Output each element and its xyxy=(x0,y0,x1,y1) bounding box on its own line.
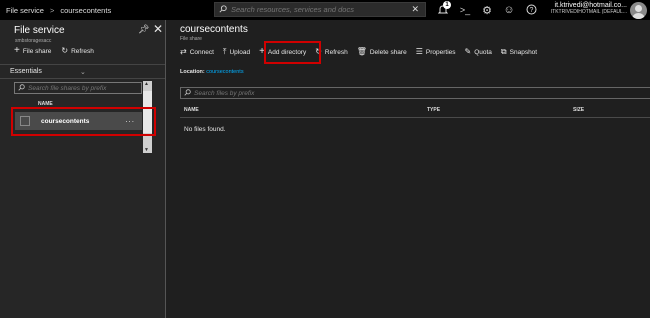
column-header-type[interactable]: TYPE xyxy=(427,107,440,113)
avatar[interactable] xyxy=(630,2,647,19)
breadcrumb: File service > coursecontents xyxy=(0,0,111,20)
upload-button[interactable]: ⤒ Upload xyxy=(223,48,250,56)
help-button[interactable]: ? xyxy=(520,0,542,20)
add-file-share-label: File share xyxy=(22,47,52,55)
list-icon: ☰ xyxy=(415,47,423,56)
add-directory-button[interactable]: + Add directory xyxy=(259,46,307,57)
smiley-icon: ☺ xyxy=(503,4,515,16)
global-search-box[interactable]: ✕ xyxy=(214,2,426,17)
global-search-input[interactable] xyxy=(227,5,411,14)
top-bar: File service > coursecontents ✕ 1 >_ ⚙ ☺… xyxy=(0,0,650,20)
snapshot-label: Snapshot xyxy=(509,48,538,56)
account-email: it.ktrivedi@hotmail.co... xyxy=(554,2,627,9)
upload-icon: ⤒ xyxy=(222,47,227,56)
account-menu[interactable]: it.ktrivedi@hotmail.co... ITKTRIVEDIHOTM… xyxy=(545,2,627,15)
breadcrumb-file-service[interactable]: File service xyxy=(6,6,44,15)
blade-subtitle: smbstoragesacc xyxy=(15,38,52,44)
blade-title: coursecontents xyxy=(180,24,248,35)
breadcrumb-coursecontents[interactable]: coursecontents xyxy=(60,6,111,15)
add-file-share-button[interactable]: + File share xyxy=(14,45,52,56)
column-header-name[interactable]: NAME xyxy=(184,107,199,113)
connect-label: Connect xyxy=(189,48,214,56)
quota-button[interactable]: ✎ Quota xyxy=(465,48,492,56)
file-search-box[interactable] xyxy=(180,87,650,99)
file-share-blade: coursecontents File share ⇄ Connect ⤒ Up… xyxy=(167,20,650,318)
file-share-name: coursecontents xyxy=(41,117,90,125)
location-label: Location: xyxy=(180,69,205,75)
plus-icon: + xyxy=(14,45,20,56)
trash-icon: 🗑︎ xyxy=(356,47,367,56)
search-icon xyxy=(184,88,191,98)
empty-message: No files found. xyxy=(184,126,226,133)
refresh-label: Refresh xyxy=(324,48,348,56)
quota-label: Quota xyxy=(474,48,492,56)
refresh-icon: ↻ xyxy=(61,46,69,55)
properties-button[interactable]: ☰ Properties xyxy=(416,48,456,56)
more-options-icon[interactable]: ... xyxy=(125,115,135,124)
feedback-button[interactable]: ☺ xyxy=(498,0,520,20)
chevron-down-icon: ⌄ xyxy=(80,68,86,76)
close-blade-icon[interactable]: ✕ xyxy=(153,22,163,36)
delete-share-label: Delete share xyxy=(369,48,407,56)
notifications-button[interactable]: 1 xyxy=(432,0,454,20)
upload-label: Upload xyxy=(229,48,251,56)
left-toolbar: + File share ↻ Refresh xyxy=(14,45,94,56)
table-row[interactable]: coursecontents ... xyxy=(15,112,142,130)
top-icons: 1 >_ ⚙ ☺ ? xyxy=(432,0,542,20)
cloud-shell-button[interactable]: >_ xyxy=(454,0,476,20)
column-header-name[interactable]: NAME xyxy=(38,101,53,107)
help-icon: ? xyxy=(526,4,537,17)
notification-badge: 1 xyxy=(443,1,451,9)
add-directory-label: Add directory xyxy=(267,48,307,56)
location-link[interactable]: coursecontents xyxy=(206,69,243,75)
file-service-blade: File service smbstoragesacc 📌︎ ✕ + File … xyxy=(0,20,166,318)
blade-title: File service xyxy=(14,25,65,36)
file-search-input[interactable] xyxy=(191,89,594,97)
row-checkbox[interactable] xyxy=(20,116,30,126)
essentials-toggle[interactable]: Essentials ⌄ xyxy=(0,64,165,79)
essentials-label: Essentials xyxy=(10,68,42,75)
plus-icon: + xyxy=(259,46,265,57)
close-icon[interactable]: ✕ xyxy=(411,4,419,15)
connect-icon: ⇄ xyxy=(180,47,187,56)
search-icon xyxy=(219,4,227,15)
location-line: Location: coursecontents xyxy=(180,69,244,75)
right-toolbar: ⇄ Connect ⤒ Upload + Add directory ↻ Ref… xyxy=(180,46,537,57)
left-refresh-button[interactable]: ↻ Refresh xyxy=(61,47,93,55)
svg-text:?: ? xyxy=(529,7,533,14)
account-directory: ITKTRIVEDIHOTMAIL (DEFAUL... xyxy=(550,9,627,15)
scrollbar[interactable]: ▲ ▼ xyxy=(143,81,152,153)
scroll-up-icon[interactable]: ▲ xyxy=(144,81,149,87)
blade-subtitle: File share xyxy=(180,36,202,42)
delete-share-button[interactable]: 🗑︎ Delete share xyxy=(357,48,407,56)
properties-label: Properties xyxy=(425,48,456,56)
pin-icon[interactable]: 📌︎ xyxy=(138,24,149,35)
scrollbar-thumb[interactable] xyxy=(143,91,152,133)
file-share-search-box[interactable] xyxy=(14,82,142,94)
snapshot-icon: ⧉ xyxy=(500,47,507,56)
snapshot-button[interactable]: ⧉ Snapshot xyxy=(501,48,537,56)
gear-icon: ⚙ xyxy=(482,4,492,17)
search-icon xyxy=(18,83,25,93)
terminal-icon: >_ xyxy=(459,5,471,15)
pencil-icon: ✎ xyxy=(464,47,472,56)
refresh-button[interactable]: ↻ Refresh xyxy=(315,48,347,56)
file-share-search-input[interactable] xyxy=(25,84,138,92)
refresh-label: Refresh xyxy=(71,47,94,55)
refresh-icon: ↻ xyxy=(315,47,322,56)
column-header-size[interactable]: SIZE xyxy=(573,107,584,113)
scroll-down-icon[interactable]: ▼ xyxy=(144,147,149,153)
breadcrumb-separator: > xyxy=(49,5,55,15)
settings-button[interactable]: ⚙ xyxy=(476,0,498,20)
connect-button[interactable]: ⇄ Connect xyxy=(180,48,214,56)
header-divider xyxy=(180,117,650,118)
